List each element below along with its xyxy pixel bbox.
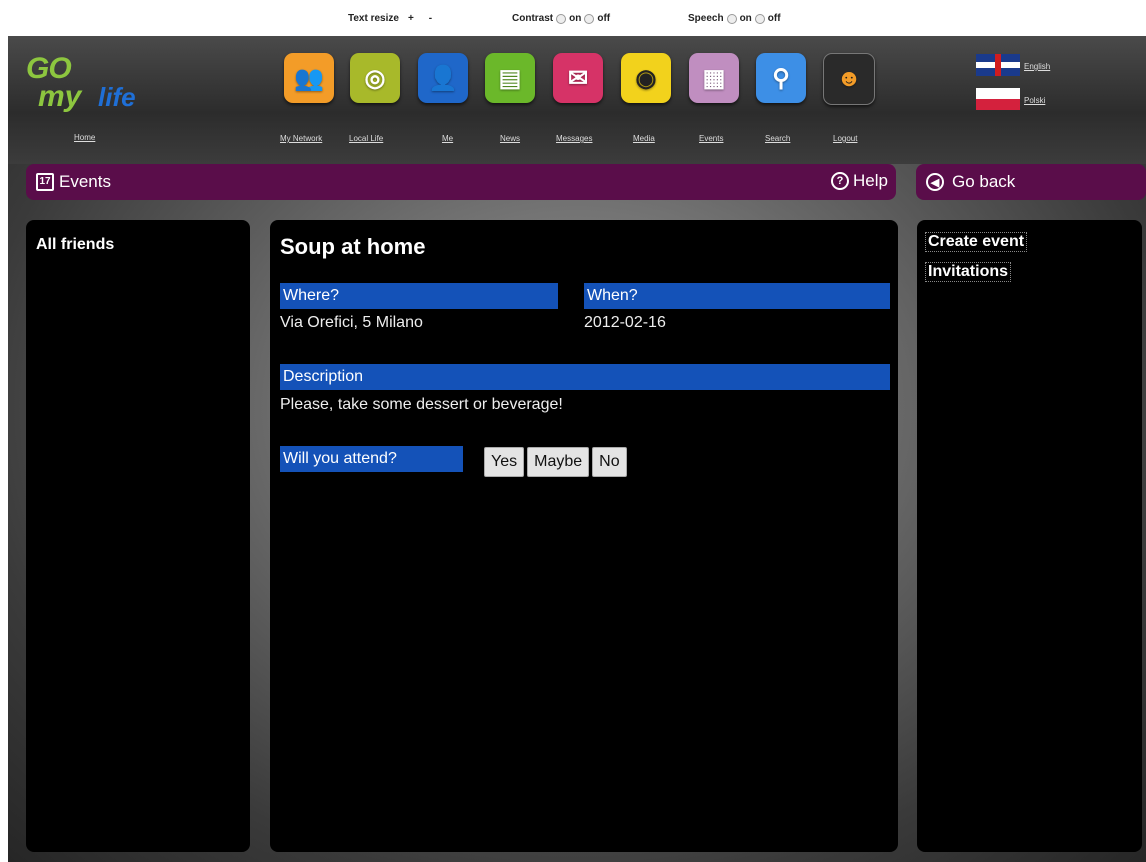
attend-label: Will you attend?: [280, 446, 463, 472]
speech-group: Speech on off: [688, 13, 781, 24]
person-icon[interactable]: 👤: [418, 53, 468, 103]
help-button[interactable]: ? Help: [831, 171, 888, 191]
description-label: Description: [280, 364, 890, 390]
logo-my: my: [38, 80, 82, 113]
nav-logout[interactable]: Logout: [833, 134, 857, 143]
speech-on-radio[interactable]: [726, 13, 737, 24]
speech-label: Speech: [688, 13, 724, 24]
event-title: Soup at home: [280, 234, 426, 259]
camera-icon[interactable]: ◉: [621, 53, 671, 103]
poland-flag-icon[interactable]: [976, 88, 1020, 110]
logo-life: life: [98, 82, 136, 112]
contrast-off-label: off: [597, 13, 611, 24]
text-resize-label: Text resize: [348, 13, 399, 24]
speech-off-label: off: [767, 13, 781, 24]
all-friends-title: All friends: [36, 236, 115, 253]
document-icon[interactable]: ▤: [485, 53, 535, 103]
speech-off-radio[interactable]: [754, 13, 765, 24]
uk-flag-icon[interactable]: [976, 54, 1020, 76]
calendar-icon[interactable]: ▦: [689, 53, 739, 103]
lang-polski[interactable]: Polski: [1024, 96, 1045, 105]
user-logout-icon[interactable]: ☻: [823, 53, 875, 105]
text-decrease-button[interactable]: -: [429, 13, 432, 24]
nav-me[interactable]: Me: [442, 134, 453, 143]
contrast-on-radio[interactable]: [556, 13, 567, 24]
help-label: Help: [853, 171, 888, 190]
when-value: 2012-02-16: [584, 314, 666, 331]
nav-messages[interactable]: Messages: [556, 134, 592, 143]
event-detail-panel: Soup at home Where? Via Orefici, 5 Milan…: [270, 220, 898, 852]
nav-events[interactable]: Events: [699, 134, 723, 143]
contrast-label: Contrast: [512, 13, 554, 24]
home-link[interactable]: Home: [74, 133, 95, 142]
invitations-link[interactable]: Invitations: [925, 262, 1012, 282]
nav-my-network[interactable]: My Network: [280, 134, 322, 143]
yes-button[interactable]: Yes: [484, 447, 525, 477]
where-label: Where?: [280, 283, 558, 309]
text-increase-button[interactable]: +: [408, 13, 414, 24]
go-back-label: Go back: [952, 172, 1016, 191]
nav-search[interactable]: Search: [765, 134, 790, 143]
contrast-on-label: on: [569, 13, 582, 24]
events-bar: 17 Events ? Help: [26, 164, 896, 200]
maybe-button[interactable]: Maybe: [527, 447, 590, 477]
go-back-button[interactable]: ◀ Go back: [916, 164, 1146, 200]
where-value: Via Orefici, 5 Milano: [280, 314, 423, 331]
envelope-icon[interactable]: ✉: [553, 53, 603, 103]
actions-panel: Create event Invitations: [917, 220, 1142, 852]
gomylife-logo[interactable]: GO my life: [26, 52, 176, 122]
nav-news[interactable]: News: [500, 134, 520, 143]
app-frame: GO my life Home 👥 ◎ 👤 ▤ ✉ ◉ ▦ ⚲ ☻ My Net…: [8, 36, 1146, 862]
attend-buttons: Yes Maybe No: [484, 447, 627, 477]
contrast-group: Contrast on off: [512, 13, 610, 24]
nav-local-life[interactable]: Local Life: [349, 134, 383, 143]
description-value: Please, take some dessert or beverage!: [280, 396, 563, 413]
contrast-off-radio[interactable]: [584, 13, 595, 24]
target-icon[interactable]: ◎: [350, 53, 400, 103]
people-icon[interactable]: 👥: [284, 53, 334, 103]
speech-on-label: on: [739, 13, 752, 24]
friends-panel: All friends: [26, 220, 250, 852]
magnifier-icon[interactable]: ⚲: [756, 53, 806, 103]
accessibility-bar: Text resize + - Contrast on off Speech o…: [0, 0, 1146, 36]
header: GO my life Home 👥 ◎ 👤 ▤ ✉ ◉ ▦ ⚲ ☻ My Net…: [8, 36, 1146, 164]
nav-media[interactable]: Media: [633, 134, 655, 143]
when-label: When?: [584, 283, 890, 309]
create-event-link[interactable]: Create event: [925, 232, 1028, 252]
calendar-icon: 17: [36, 173, 54, 191]
back-arrow-icon: ◀: [926, 173, 944, 191]
help-icon: ?: [831, 172, 850, 190]
no-button[interactable]: No: [592, 447, 627, 477]
lang-english[interactable]: English: [1024, 62, 1050, 71]
text-resize-group: Text resize + -: [348, 13, 432, 24]
events-title: Events: [59, 172, 111, 191]
